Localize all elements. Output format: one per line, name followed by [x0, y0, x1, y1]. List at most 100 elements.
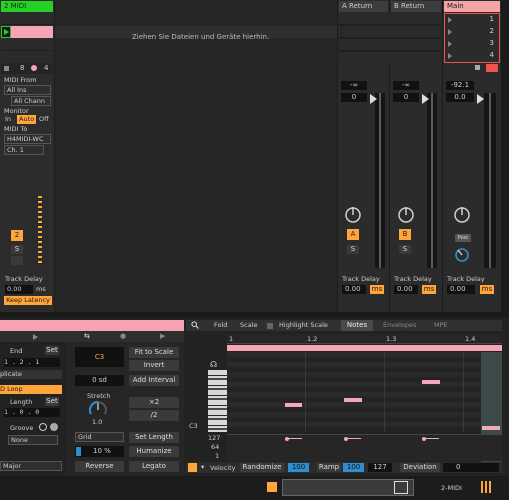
return-a-activator[interactable]: A — [347, 229, 359, 240]
midi-from-select[interactable]: All Ins — [4, 85, 51, 95]
return-a-volume[interactable]: -∞ — [341, 81, 367, 90]
clip-slot-empty[interactable] — [1, 52, 53, 62]
stop-record-button[interactable] — [486, 64, 498, 72]
record-icon[interactable] — [31, 65, 37, 71]
return-a-pan-knob[interactable] — [343, 205, 363, 225]
groove-settings-icon[interactable] — [50, 423, 58, 431]
monitor-off[interactable]: Off — [39, 115, 49, 123]
clip-length-set[interactable]: Set — [45, 397, 59, 406]
root-note-display[interactable]: C3 — [75, 347, 124, 367]
loop-brace[interactable] — [227, 345, 502, 351]
return-b-track-delay[interactable]: 0.00 — [394, 285, 418, 294]
stretch-knob-icon[interactable] — [87, 400, 109, 418]
return-a-header[interactable]: A Return — [339, 1, 388, 12]
main-fader-thumb[interactable] — [477, 94, 484, 104]
return-b-activator[interactable]: B — [399, 229, 411, 240]
main-pan-knob[interactable] — [452, 205, 472, 225]
ramp-from[interactable]: 100 — [343, 463, 364, 472]
return-a-zero[interactable]: 0 — [341, 93, 367, 102]
tab-highlight-scale[interactable]: Highlight Scale — [279, 321, 328, 329]
track-activator[interactable]: 2 — [11, 230, 23, 241]
main-header[interactable]: Main — [444, 1, 500, 12]
search-icon[interactable] — [191, 321, 199, 329]
clip-end-value[interactable]: 1 . 2 . 1 — [4, 358, 60, 367]
deviation-value[interactable]: 0 — [443, 463, 499, 472]
headphone-icon[interactable] — [11, 256, 23, 265]
swap-icon[interactable]: ⇆ — [84, 332, 90, 340]
fit-to-scale-button[interactable]: Fit to Scale — [129, 347, 179, 358]
tab-fold[interactable]: Fold — [214, 321, 227, 329]
randomize-amount[interactable]: 100 — [288, 463, 309, 472]
main-volume[interactable]: -92.1 — [446, 81, 474, 90]
invert-button[interactable]: Invert — [129, 360, 179, 371]
return-b-zero[interactable]: 0 — [393, 93, 419, 102]
midi-to-channel-select[interactable]: Ch. 1 — [4, 145, 44, 155]
midi-note[interactable] — [285, 403, 302, 407]
keep-latency-button[interactable]: Keep Latency — [4, 296, 52, 305]
main-track-delay[interactable]: 0.00 — [447, 285, 475, 294]
midi-note[interactable] — [344, 398, 362, 402]
randomize-button[interactable]: Randomize — [240, 463, 284, 472]
velocity-lane-toggle[interactable] — [188, 463, 197, 472]
stop-all-clips[interactable] — [473, 64, 482, 72]
midi-note[interactable] — [422, 380, 440, 384]
cpu-meter-icon[interactable] — [481, 481, 493, 493]
tab-scale[interactable]: Scale — [240, 321, 258, 329]
fold-icon[interactable]: ▶ — [160, 332, 165, 340]
drop-area[interactable] — [55, 0, 337, 312]
headphone-knob[interactable] — [453, 246, 471, 264]
velocity-dropdown-icon[interactable]: ▾ — [201, 463, 204, 471]
midi-to-select[interactable]: H4MIDI-WC — [4, 134, 51, 144]
pin-icon[interactable]: ☊ — [210, 360, 217, 369]
scene-launch-3[interactable]: 3 — [446, 38, 498, 49]
return-a-track-delay[interactable]: 0.00 — [342, 285, 366, 294]
humanize-button[interactable]: Humanize — [129, 446, 179, 457]
tab-notes[interactable]: Notes — [341, 320, 373, 331]
deviation-button[interactable]: Deviation — [400, 463, 440, 472]
main-cue-select[interactable]: Post — [455, 234, 471, 242]
return-b-fader[interactable] — [427, 93, 437, 268]
divide-two-button[interactable]: /2 — [129, 410, 179, 421]
midi-channel-select[interactable]: All Chann — [11, 96, 51, 106]
track-delay-field[interactable]: 0.00 — [5, 285, 33, 294]
clip-slot-empty[interactable] — [1, 39, 53, 51]
play-clip-button[interactable] — [1, 26, 11, 38]
clip-loop-toggle[interactable]: D Loop — [0, 385, 62, 394]
clip-slot-empty[interactable] — [1, 13, 53, 25]
stop-icon[interactable] — [4, 66, 9, 71]
monitor-auto[interactable]: Auto — [17, 115, 37, 124]
return-b-solo[interactable]: S — [399, 245, 411, 254]
return-a-fader[interactable] — [375, 93, 385, 268]
overview-toggle[interactable] — [267, 482, 277, 492]
scene-launch-1[interactable]: 1 — [446, 14, 498, 25]
return-a-solo[interactable]: S — [347, 245, 359, 254]
return-b-pan-knob[interactable] — [396, 205, 416, 225]
ramp-button[interactable]: Ramp — [317, 463, 341, 472]
set-length-button[interactable]: Set Length — [129, 432, 179, 443]
scene-launch-2[interactable]: 2 — [446, 26, 498, 37]
timeline-ruler[interactable] — [227, 334, 502, 344]
device-icon[interactable]: ● — [120, 332, 126, 340]
groove-icon[interactable] — [39, 423, 47, 431]
ramp-to[interactable]: 127 — [368, 463, 392, 472]
overview-thumb[interactable] — [394, 481, 408, 494]
return-b-header[interactable]: B Return — [391, 1, 441, 12]
grid-select[interactable]: Grid — [75, 432, 124, 442]
tab-envelopes[interactable]: Envelopes — [383, 321, 416, 329]
scale-name-select[interactable]: Major — [0, 461, 62, 471]
main-fader[interactable] — [484, 93, 496, 268]
return-b-fader-thumb[interactable] — [422, 94, 429, 104]
midi-track-header[interactable]: 2 MIDI — [1, 1, 53, 12]
midi-note[interactable] — [482, 426, 500, 430]
clip-length-value[interactable]: 1 . 0 . 0 — [4, 408, 60, 417]
piano-keyboard[interactable] — [208, 370, 227, 432]
add-interval-button[interactable]: Add Interval — [129, 375, 179, 386]
velocity-lane[interactable] — [227, 434, 502, 461]
return-b-volume[interactable]: -∞ — [393, 81, 419, 90]
tab-mpe[interactable]: MPE — [434, 321, 448, 329]
percent-field[interactable]: 10 % — [75, 446, 124, 457]
monitor-in[interactable]: In — [5, 115, 11, 123]
times-two-button[interactable]: ×2 — [129, 397, 179, 408]
clip-end-set[interactable]: Set — [45, 346, 59, 355]
play-icon[interactable] — [33, 334, 38, 340]
